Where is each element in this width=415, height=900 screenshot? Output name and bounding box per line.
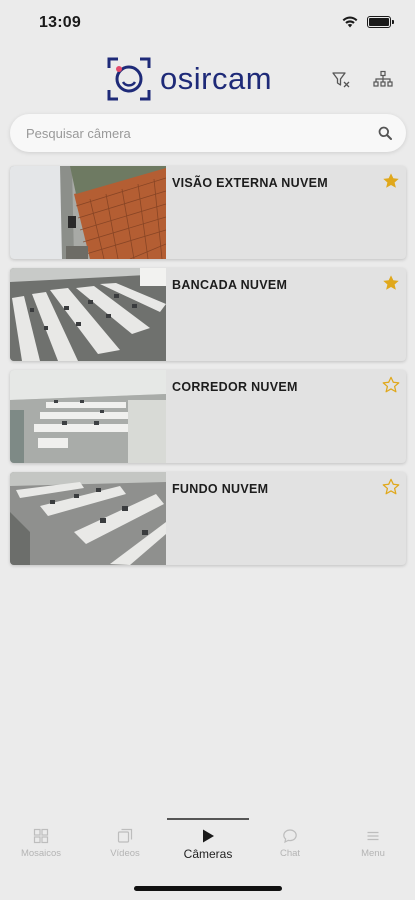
tab-label: Mosaicos <box>20 848 62 859</box>
status-bar: 13:09 <box>0 0 415 46</box>
osircam-logo: osircam <box>106 56 272 102</box>
videos-icon <box>117 828 133 843</box>
clear-filter-button[interactable] <box>329 68 353 92</box>
logo-text: osircam <box>160 61 273 96</box>
tab-chat[interactable]: Chat <box>255 828 325 859</box>
camera-card[interactable]: VISÃO EXTERNA NUVEM <box>10 166 406 259</box>
home-indicator <box>134 886 282 891</box>
camera-thumbnail <box>10 370 166 463</box>
wifi-icon <box>342 16 358 28</box>
camera-name: FUNDO NUVEM <box>172 482 269 496</box>
tab-mosaicos[interactable]: Mosaicos <box>6 828 76 859</box>
camera-card[interactable]: CORREDOR NUVEM <box>10 370 406 463</box>
search-input[interactable] <box>26 114 356 152</box>
tab-menu[interactable]: Menu <box>338 828 408 859</box>
chat-icon <box>283 829 297 844</box>
star-filled-icon[interactable] <box>382 274 400 292</box>
star-outline-icon[interactable] <box>382 478 400 496</box>
battery-icon <box>367 15 394 28</box>
camera-list: VISÃO EXTERNA NUVEM BANCADA NUVEM CORRED… <box>10 166 406 574</box>
active-tab-indicator <box>167 818 249 820</box>
camera-name: CORREDOR NUVEM <box>172 380 298 394</box>
camera-thumbnail <box>10 472 166 565</box>
menu-icon <box>367 831 379 841</box>
tab-videos[interactable]: Vídeos <box>90 828 160 859</box>
hierarchy-button[interactable] <box>371 68 395 92</box>
status-icons <box>341 15 394 28</box>
search-icon[interactable] <box>378 126 392 140</box>
camera-name: VISÃO EXTERNA NUVEM <box>172 176 328 190</box>
play-icon <box>203 829 214 843</box>
camera-logo-icon <box>107 57 151 101</box>
camera-thumbnail <box>10 268 166 361</box>
grid-icon <box>33 828 49 844</box>
tab-label: Menu <box>361 848 385 859</box>
app-header: osircam <box>0 54 415 110</box>
filter-clear-icon <box>332 72 350 88</box>
tab-label: Câmeras <box>183 847 233 861</box>
tab-label: Vídeos <box>110 848 140 859</box>
tab-cameras[interactable]: Câmeras <box>173 828 243 861</box>
status-time: 13:09 <box>39 14 81 31</box>
hierarchy-icon <box>373 70 393 87</box>
star-filled-icon[interactable] <box>382 172 400 190</box>
search-bar <box>10 114 406 152</box>
tab-label: Chat <box>279 848 301 859</box>
camera-card[interactable]: BANCADA NUVEM <box>10 268 406 361</box>
star-outline-icon[interactable] <box>382 376 400 394</box>
camera-card[interactable]: FUNDO NUVEM <box>10 472 406 565</box>
camera-name: BANCADA NUVEM <box>172 278 288 292</box>
camera-thumbnail <box>10 166 166 259</box>
